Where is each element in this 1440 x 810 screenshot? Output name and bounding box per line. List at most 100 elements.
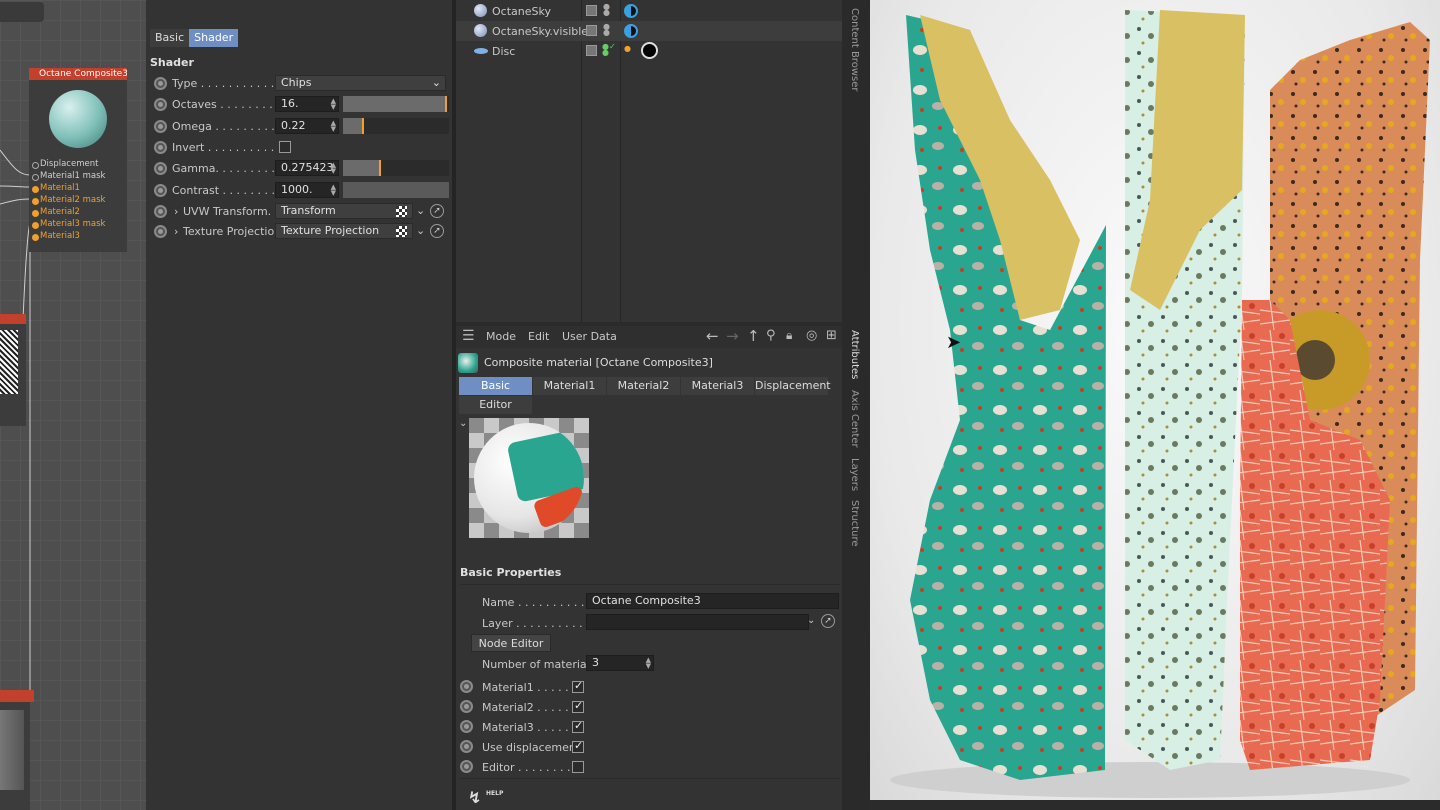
spinner-icon[interactable]: ▲ ▼ [331, 184, 336, 197]
tab-basic[interactable]: Basic [150, 29, 190, 47]
material-tag-icon[interactable] [624, 24, 638, 38]
octaves-slider[interactable] [343, 96, 449, 112]
animate-radio-icon[interactable] [460, 720, 473, 733]
node-editor-button[interactable]: Node Editor [471, 634, 551, 652]
tab-editor[interactable]: Editor [459, 396, 532, 414]
animate-radio-icon[interactable] [154, 184, 167, 197]
animate-radio-icon[interactable] [460, 740, 473, 753]
option-checkbox[interactable] [572, 761, 584, 773]
animate-radio-icon[interactable] [154, 120, 167, 133]
animate-radio-icon[interactable] [460, 680, 473, 693]
tab-attributes[interactable]: Attributes [849, 330, 860, 379]
tab-axis-center[interactable]: Axis Center [849, 390, 860, 448]
node-port[interactable]: Displacement [29, 158, 127, 170]
tab-material2[interactable]: Material2 [607, 377, 680, 395]
pick-target-icon[interactable]: ➚ [430, 204, 444, 218]
animate-radio-icon[interactable] [154, 162, 167, 175]
layer-toggle-icon[interactable] [586, 45, 597, 56]
chevron-down-icon[interactable]: ⌄ [416, 224, 425, 237]
type-dropdown[interactable]: Chips ⌄ [275, 75, 446, 91]
option-checkbox[interactable] [572, 679, 584, 693]
animate-radio-icon[interactable] [460, 760, 473, 773]
layer-toggle-icon[interactable] [586, 5, 597, 16]
spinner-icon[interactable]: ▲ ▼ [331, 162, 336, 175]
node-port[interactable]: Material2 mask [29, 194, 127, 206]
tag-icon[interactable]: ● [624, 44, 631, 53]
tab-structure[interactable]: Structure [849, 500, 860, 547]
tab-content-browser[interactable]: Content Browser [849, 8, 860, 91]
pick-target-icon[interactable]: ➚ [821, 614, 835, 628]
omega-input[interactable]: 0.22 ▲ ▼ [275, 118, 339, 134]
animate-radio-icon[interactable] [460, 700, 473, 713]
gamma-slider[interactable] [343, 160, 449, 176]
object-row[interactable]: Disc ●✓ ● ● [456, 41, 842, 61]
animate-radio-icon[interactable] [154, 77, 167, 90]
spinner-icon[interactable]: ▲ ▼ [331, 98, 336, 111]
spinner-icon[interactable]: ▲ ▼ [331, 120, 336, 133]
tab-shader[interactable]: Shader [189, 29, 239, 47]
projection-link-field[interactable]: Texture Projection [275, 223, 413, 239]
animate-radio-icon[interactable] [154, 205, 167, 218]
invert-checkbox[interactable] [279, 141, 291, 153]
option-checkbox[interactable] [572, 699, 584, 713]
uvw-link-field[interactable]: Transform [275, 203, 413, 219]
help-icon[interactable]: ↯ [468, 788, 481, 807]
tab-material3[interactable]: Material3 [681, 377, 754, 395]
node-editor[interactable]: Octane Composite3 Displacement Material1 … [0, 0, 146, 810]
expand-arrow-icon[interactable]: › [174, 225, 178, 238]
object-row[interactable]: OctaneSky ● ● [456, 1, 842, 21]
animate-radio-icon[interactable] [154, 141, 167, 154]
spinner-icon[interactable]: ▲ ▼ [646, 657, 651, 670]
up-arrow-icon[interactable]: ↑ [747, 327, 760, 345]
forward-arrow-icon[interactable]: → [726, 327, 739, 345]
octaves-input[interactable]: 16. ▲ ▼ [275, 96, 339, 112]
tab-basic[interactable]: Basic [459, 377, 532, 395]
noise-node-fragment[interactable] [0, 324, 26, 426]
layer-toggle-icon[interactable] [586, 25, 597, 36]
search-icon[interactable]: ⚲ [766, 328, 776, 343]
omega-slider[interactable] [343, 118, 449, 134]
node-port[interactable]: Material1 mask [29, 170, 127, 182]
material-tag-icon[interactable] [641, 42, 658, 59]
option-checkbox[interactable] [572, 719, 584, 733]
visibility-dots-icon[interactable]: ● ● [603, 23, 610, 37]
animate-radio-icon[interactable] [154, 225, 167, 238]
tab-displacement[interactable]: Displacement [755, 377, 831, 395]
composite-node[interactable]: Octane Composite3 Displacement Material1 … [29, 68, 127, 252]
chevron-down-icon[interactable]: ⌄ [807, 615, 815, 626]
target-icon[interactable]: ◎ [806, 328, 817, 343]
pick-target-icon[interactable]: ➚ [430, 224, 444, 238]
lock-icon[interactable]: 🔒︎ [786, 328, 792, 343]
node-fragment[interactable] [0, 314, 26, 324]
object-row[interactable]: OctaneSky.visible ● ● [456, 21, 842, 41]
node-port[interactable]: Material1 [29, 182, 127, 194]
collapse-arrow-icon[interactable]: ⌄ [459, 418, 467, 429]
render-viewport[interactable]: ➤ [870, 0, 1440, 800]
gamma-input[interactable]: 0.275423 ▲ ▼ [275, 160, 339, 176]
material-preview[interactable] [469, 418, 589, 538]
material-tag-icon[interactable] [624, 4, 638, 18]
contrast-input[interactable]: 1000. ▲ ▼ [275, 182, 339, 198]
node-port[interactable]: Material3 [29, 230, 127, 242]
tab-layers[interactable]: Layers [849, 458, 860, 491]
visibility-dots-icon[interactable]: ● ● [603, 3, 610, 17]
animate-radio-icon[interactable] [154, 98, 167, 111]
menu-edit[interactable]: Edit [528, 330, 549, 343]
node-title[interactable]: Octane Composite3 [29, 68, 127, 80]
layer-field[interactable] [586, 614, 809, 630]
menu-user-data[interactable]: User Data [562, 330, 617, 343]
tab-material1[interactable]: Material1 [533, 377, 606, 395]
option-checkbox[interactable] [572, 739, 584, 753]
menu-mode[interactable]: Mode [486, 330, 516, 343]
new-panel-icon[interactable]: ⊞ [826, 328, 837, 343]
back-arrow-icon[interactable]: ← [706, 327, 719, 345]
contrast-slider[interactable] [343, 182, 449, 198]
num-materials-input[interactable]: 3 ▲ ▼ [586, 655, 654, 671]
name-input[interactable]: Octane Composite3 [586, 593, 839, 609]
visibility-dots-icon[interactable]: ●✓ ● [602, 43, 616, 57]
hamburger-icon[interactable]: ☰ [462, 328, 475, 344]
chevron-down-icon[interactable]: ⌄ [416, 204, 425, 217]
node-port[interactable]: Material2 [29, 206, 127, 218]
node-port[interactable]: Material3 mask [29, 218, 127, 230]
help-label[interactable]: HELP [486, 790, 503, 797]
